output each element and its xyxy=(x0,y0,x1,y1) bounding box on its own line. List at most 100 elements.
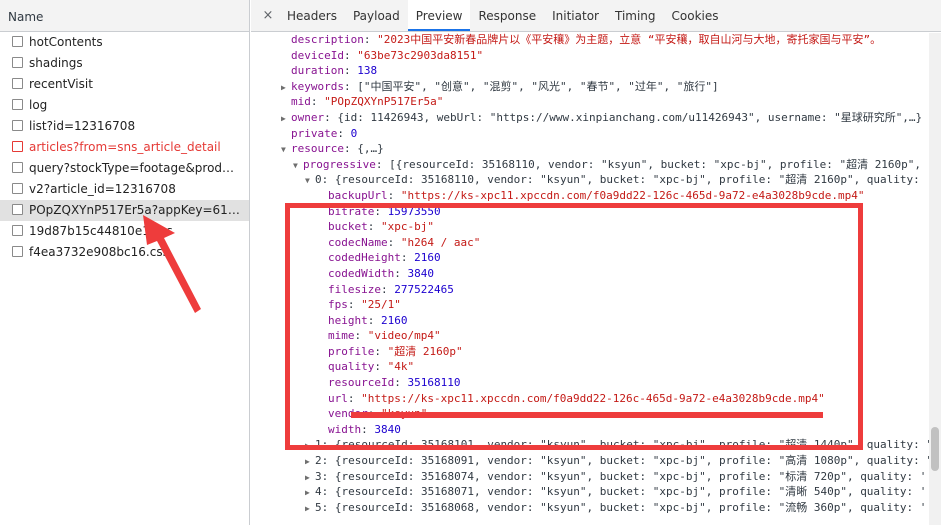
request-row-v2[interactable]: v2?article_id=12316708 xyxy=(0,179,249,200)
json-key: fps xyxy=(328,298,348,312)
json-line-resourceid: resourceId: 35168110 xyxy=(328,376,461,390)
json-line-owner[interactable]: ▶ owner: {id: 11426943, webUrl: "https://… xyxy=(251,110,929,126)
json-line-item-0[interactable]: ▼ 0: {resourceId: 35168110, vendor: "ksyu… xyxy=(251,172,929,188)
checkbox-icon[interactable] xyxy=(12,36,23,47)
json-string: "https://ks-xpc11.xpccdn.com/f0a9dd22-12… xyxy=(400,188,865,202)
tab-timing[interactable]: Timing xyxy=(607,0,664,31)
checkbox-icon[interactable] xyxy=(12,120,23,131)
triangle-right-icon[interactable]: ▶ xyxy=(305,485,315,500)
close-icon[interactable]: × xyxy=(257,0,279,31)
tab-preview[interactable]: Preview xyxy=(407,0,471,31)
json-string: "2023中国平安新春品牌片以《平安穰》为主题，立意 “平安穰，取自山河与大地，… xyxy=(377,33,882,46)
request-row-css-1[interactable]: 19d87b15c44810e1.css xyxy=(0,221,249,242)
triangle-right-icon[interactable]: ▶ xyxy=(305,454,315,469)
json-key: height xyxy=(328,313,368,327)
json-object: {resourceId: 35168074, vendor: "ksyun", … xyxy=(334,469,927,483)
json-line-item-1[interactable]: ▶ 1: {resourceId: 35168101, vendor: "ksyu… xyxy=(251,437,929,453)
checkbox-icon[interactable] xyxy=(12,246,23,257)
json-number: 3840 xyxy=(407,266,434,280)
request-name: recentVisit xyxy=(29,77,93,91)
checkbox-icon[interactable] xyxy=(12,204,23,215)
checkbox-icon[interactable] xyxy=(12,162,23,173)
request-row-log[interactable]: log xyxy=(0,95,249,116)
request-name: hotContents xyxy=(29,35,103,49)
checkbox-icon[interactable] xyxy=(12,225,23,236)
json-line-item-5[interactable]: ▶ 5: {resourceId: 35168068, vendor: "ksyu… xyxy=(251,500,929,516)
request-row-list[interactable]: list?id=12316708 xyxy=(0,116,249,137)
json-line-mime: mime: "video/mp4" xyxy=(328,329,441,343)
request-row-css-2[interactable]: f4ea3732e908bc16.css xyxy=(0,242,249,263)
scrollbar-thumb[interactable] xyxy=(931,427,939,471)
json-number: 2160 xyxy=(414,251,441,265)
request-row-shadings[interactable]: shadings xyxy=(0,53,249,74)
json-string: "ksyun" xyxy=(381,407,428,421)
checkbox-icon[interactable] xyxy=(12,99,23,110)
tab-response[interactable]: Response xyxy=(470,0,544,31)
checkbox-icon[interactable] xyxy=(12,141,23,152)
json-key: bucket xyxy=(328,220,368,234)
json-key: quality xyxy=(328,360,375,374)
json-key: filesize xyxy=(328,282,381,296)
tab-payload[interactable]: Payload xyxy=(345,0,408,31)
triangle-right-icon[interactable]: ▶ xyxy=(281,80,291,95)
request-name: f4ea3732e908bc16.css xyxy=(29,245,169,259)
json-key: owner xyxy=(291,110,325,124)
json-string: "63be73c2903da8151" xyxy=(357,48,484,62)
tab-initiator[interactable]: Initiator xyxy=(544,0,607,31)
triangle-down-icon[interactable]: ▼ xyxy=(305,173,315,188)
request-details-panel: × Headers Payload Preview Response Initi… xyxy=(251,0,941,525)
json-number: 138 xyxy=(357,64,378,78)
json-key: deviceId xyxy=(291,48,344,62)
json-line-item-2[interactable]: ▶ 2: {resourceId: 35168091, vendor: "ksyu… xyxy=(251,453,929,469)
json-line-item-4[interactable]: ▶ 4: {resourceId: 35168071, vendor: "ksyu… xyxy=(251,484,929,500)
vertical-scrollbar[interactable] xyxy=(929,33,941,525)
json-line-filesize: filesize: 277522465 xyxy=(328,282,454,296)
json-key: description xyxy=(291,33,364,46)
request-row-hotcontents[interactable]: hotContents xyxy=(0,32,249,53)
name-column-header[interactable]: Name xyxy=(0,0,249,32)
json-line-fps: fps: "25/1" xyxy=(328,298,401,312)
json-object: {id: 11426943, webUrl: "https://www.xinp… xyxy=(337,110,923,124)
json-string: "xpc-bj" xyxy=(381,220,434,234)
json-key: codecName xyxy=(328,235,388,249)
tab-cookies[interactable]: Cookies xyxy=(664,0,727,31)
request-row-popzqxynp517er5a[interactable]: POpZQXYnP517Er5a?appKey=61a2f32... xyxy=(0,200,249,221)
json-line-backupurl: backupUrl: "https://ks-xpc11.xpccdn.com/… xyxy=(328,188,865,202)
json-line-resource[interactable]: ▼ resource: {,…} xyxy=(251,141,929,157)
checkbox-icon[interactable] xyxy=(12,57,23,68)
triangle-down-icon[interactable]: ▼ xyxy=(281,142,291,157)
triangle-right-icon[interactable]: ▶ xyxy=(305,438,315,453)
checkbox-icon[interactable] xyxy=(12,183,23,194)
json-number: 277522465 xyxy=(394,282,454,296)
request-row-articles[interactable]: articles?from=sns_article_detail xyxy=(0,137,249,158)
checkbox-icon[interactable] xyxy=(12,78,23,89)
json-string: "超清 2160p" xyxy=(387,344,463,358)
json-string: "25/1" xyxy=(361,298,401,312)
triangle-right-icon[interactable]: ▶ xyxy=(281,111,291,126)
request-row-recentvisit[interactable]: recentVisit xyxy=(0,74,249,95)
tab-headers[interactable]: Headers xyxy=(279,0,345,31)
triangle-down-icon[interactable]: ▼ xyxy=(293,158,303,173)
json-object: {resourceId: 35168110, vendor: "ksyun", … xyxy=(334,173,920,187)
triangle-right-icon[interactable]: ▶ xyxy=(305,501,315,516)
json-line-duration: duration: 138 xyxy=(291,64,378,78)
json-line-progressive[interactable]: ▼ progressive: [{resourceId: 35168110, ve… xyxy=(251,157,929,173)
json-index: 4 xyxy=(315,485,322,499)
json-index: 0 xyxy=(315,173,322,187)
json-key: mime xyxy=(328,329,355,343)
json-line-private: private: 0 xyxy=(291,126,358,140)
json-number: 2160 xyxy=(381,313,408,327)
json-line-mid: mid: "POpZQXYnP517Er5a" xyxy=(291,95,444,109)
json-array: ["中国平安", "创意", "混剪", "风光", "春节", "过年", "… xyxy=(357,79,719,93)
json-string: "h264 / aac" xyxy=(400,235,481,249)
request-name: shadings xyxy=(29,56,83,70)
json-string: "video/mp4" xyxy=(367,329,441,343)
json-string: "4k" xyxy=(387,360,415,374)
triangle-right-icon[interactable]: ▶ xyxy=(305,470,315,485)
json-key: resourceId xyxy=(328,376,395,390)
json-array: [{resourceId: 35168110, vendor: "ksyun",… xyxy=(389,157,922,171)
request-row-query[interactable]: query?stockType=footage&productTy... xyxy=(0,158,249,179)
json-key: bitrate xyxy=(328,204,375,218)
json-line-item-3[interactable]: ▶ 3: {resourceId: 35168074, vendor: "ksyu… xyxy=(251,469,929,485)
json-line-keywords[interactable]: ▶ keywords: ["中国平安", "创意", "混剪", "风光", "春… xyxy=(251,79,929,95)
